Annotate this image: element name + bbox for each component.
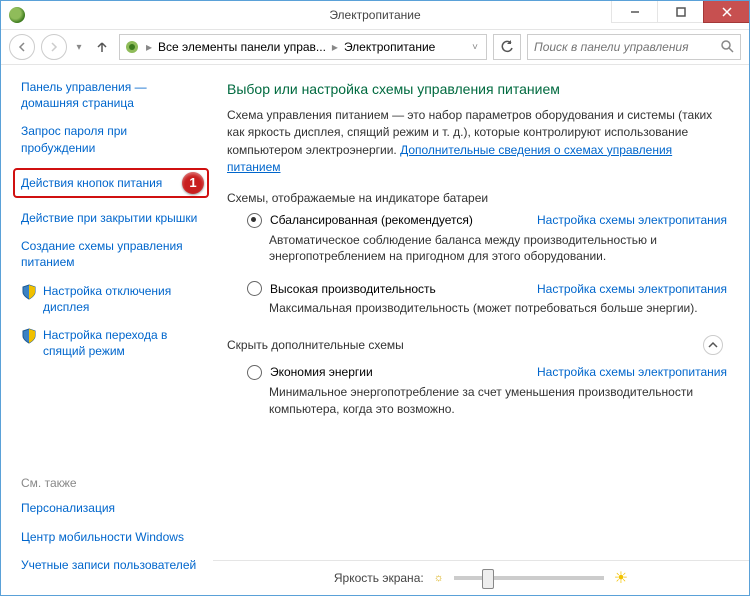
chevron-up-icon — [708, 340, 718, 350]
plan-balanced: Сбалансированная (рекомендуется) Настрой… — [247, 213, 727, 266]
plan-power-saver: Экономия энергии Настройка схемы электро… — [247, 365, 727, 418]
plan-high-performance: Высокая производительность Настройка схе… — [247, 281, 727, 317]
sidebar-link-display-off[interactable]: Настройка отключения дисплея — [21, 283, 203, 315]
arrow-left-icon — [17, 42, 27, 52]
sidebar-link-require-password[interactable]: Запрос пароля при пробуждении — [21, 123, 203, 155]
search-input[interactable] — [532, 39, 720, 55]
breadcrumb-sep-icon: ▸ — [144, 40, 154, 54]
slider-thumb[interactable] — [482, 569, 494, 589]
collapse-row: Скрыть дополнительные схемы — [227, 335, 727, 355]
collapse-label[interactable]: Скрыть дополнительные схемы — [227, 338, 404, 352]
window-controls — [611, 1, 749, 23]
collapse-button[interactable] — [703, 335, 723, 355]
refresh-button[interactable] — [493, 34, 521, 60]
body: Панель управления — домашняя страница За… — [1, 65, 749, 595]
forward-button[interactable] — [41, 34, 67, 60]
brightness-label: Яркость экрана: — [334, 571, 424, 585]
plan-desc: Минимальное энергопотребление за счет ум… — [269, 384, 727, 418]
titlebar: Электропитание — [1, 1, 749, 30]
sun-small-icon: ☼ — [434, 572, 444, 584]
plan-settings-link[interactable]: Настройка схемы электропитания — [537, 213, 727, 227]
minimize-button[interactable] — [611, 1, 657, 23]
up-button[interactable] — [91, 36, 113, 58]
address-dropdown-icon[interactable]: ˅ — [468, 42, 482, 53]
plan-head: Экономия энергии Настройка схемы электро… — [247, 365, 727, 380]
see-also-mobility-center[interactable]: Центр мобильности Windows — [21, 529, 203, 545]
close-icon — [722, 7, 732, 17]
maximize-button[interactable] — [657, 1, 703, 23]
sun-large-icon: ☀ — [614, 568, 628, 588]
sidebar-link-create-plan[interactable]: Создание схемы управления питанием — [21, 238, 203, 270]
address-bar[interactable]: ▸ Все элементы панели управ... ▸ Электро… — [119, 34, 487, 60]
plan-settings-link[interactable]: Настройка схемы электропитания — [537, 365, 727, 379]
window: Электропитание ▾ ▸ Все элементы — [0, 0, 750, 596]
sidebar: Панель управления — домашняя страница За… — [1, 65, 213, 595]
sidebar-link-home[interactable]: Панель управления — домашняя страница — [21, 79, 203, 111]
intro-text: Схема управления питанием — это набор па… — [227, 107, 727, 177]
plan-settings-link[interactable]: Настройка схемы электропитания — [537, 282, 727, 296]
maximize-icon — [676, 7, 686, 17]
extra-plans: Экономия энергии Настройка схемы электро… — [227, 365, 727, 418]
arrow-up-icon — [95, 40, 109, 54]
see-also-user-accounts[interactable]: Учетные записи пользователей — [21, 557, 203, 573]
back-button[interactable] — [9, 34, 35, 60]
plan-desc: Автоматическое соблюдение баланса между … — [269, 232, 727, 266]
history-dropdown[interactable]: ▾ — [73, 42, 85, 53]
sidebar-link-power-buttons[interactable]: Действия кнопок питания 1 — [13, 168, 209, 198]
shield-icon — [21, 328, 37, 344]
search-box[interactable] — [527, 34, 741, 60]
sidebar-link-label: Настройка перехода в спящий режим — [43, 328, 167, 358]
sidebar-link-label: Действия кнопок питания — [21, 176, 162, 190]
annotation-callout: 1 — [182, 172, 204, 194]
arrow-right-icon — [49, 42, 59, 52]
minimize-icon — [630, 7, 640, 17]
brightness-slider[interactable] — [454, 576, 604, 580]
see-also-personalization[interactable]: Персонализация — [21, 500, 203, 516]
plan-desc: Максимальная производительность (может п… — [269, 300, 727, 317]
plan-radio[interactable] — [247, 213, 262, 228]
breadcrumb-sep-icon: ▸ — [330, 40, 340, 54]
footer: Яркость экрана: ☼ ☀ — [213, 560, 749, 595]
plan-name[interactable]: Экономия энергии — [270, 365, 529, 379]
plan-name[interactable]: Сбалансированная (рекомендуется) — [270, 213, 529, 227]
sidebar-link-label: Настройка отключения дисплея — [43, 284, 171, 314]
sidebar-link-lid-close[interactable]: Действие при закрытии крышки — [21, 210, 203, 226]
power-options-icon — [124, 39, 140, 55]
plan-name[interactable]: Высокая производительность — [270, 282, 529, 296]
power-plans: Сбалансированная (рекомендуется) Настрой… — [227, 213, 727, 317]
breadcrumb-item[interactable]: Все элементы панели управ... — [158, 40, 326, 54]
sidebar-link-sleep[interactable]: Настройка перехода в спящий режим — [21, 327, 203, 359]
see-also-heading: См. также — [21, 476, 203, 490]
breadcrumb-item[interactable]: Электропитание — [344, 40, 435, 54]
close-button[interactable] — [703, 1, 749, 23]
navbar: ▾ ▸ Все элементы панели управ... ▸ Элект… — [1, 30, 749, 65]
plan-head: Высокая производительность Настройка схе… — [247, 281, 727, 296]
plan-radio[interactable] — [247, 281, 262, 296]
search-icon — [720, 39, 736, 55]
main-content: Выбор или настройка схемы управления пит… — [213, 65, 749, 595]
page-heading: Выбор или настройка схемы управления пит… — [227, 81, 727, 97]
shield-icon — [21, 284, 37, 300]
see-also: См. также Персонализация Центр мобильнос… — [1, 476, 213, 585]
plan-radio[interactable] — [247, 365, 262, 380]
section-title-battery-plans: Схемы, отображаемые на индикаторе батаре… — [227, 191, 727, 205]
sidebar-spacer — [1, 371, 213, 476]
sidebar-links: Панель управления — домашняя страница За… — [1, 79, 213, 371]
refresh-icon — [500, 40, 514, 54]
plan-head: Сбалансированная (рекомендуется) Настрой… — [247, 213, 727, 228]
